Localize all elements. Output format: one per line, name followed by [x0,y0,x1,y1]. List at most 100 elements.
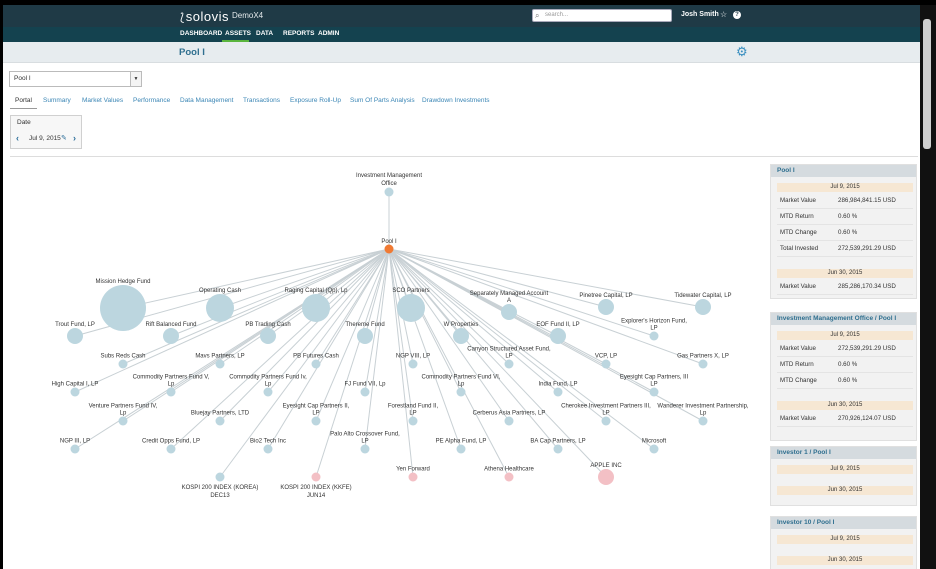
tab-exposure-roll-up[interactable]: Exposure Roll-Up [290,97,341,104]
chevron-left-icon[interactable]: ‹ [16,133,19,143]
divider [10,156,918,157]
tree-node[interactable] [311,416,321,426]
tree-node[interactable] [504,416,514,426]
tree-node[interactable] [302,294,330,322]
summary-card-title: Pool I [771,165,916,177]
metric-value: 285,286,170.34 USD [838,283,896,290]
tree-node-label: Wanderer Investment Partnership, [657,404,748,410]
tree-node[interactable] [695,299,711,315]
help-icon[interactable]: ? [733,11,741,19]
nav-assets[interactable]: ASSETS [225,30,251,37]
tree-node[interactable] [67,328,83,344]
tree-node[interactable] [397,294,425,322]
solovis-logo[interactable]: ⟅solovis [180,9,229,24]
summary-date: Jul 9, 2015 [777,331,913,340]
nav-admin[interactable]: ADMIN [318,30,339,37]
pencil-icon[interactable]: ✎ [61,134,67,142]
tab-drawdown-investments[interactable]: Drawdown Investments [422,97,490,104]
tree-node[interactable] [70,387,80,397]
tab-sum-of-parts-analysis[interactable]: Sum Of Parts Analysis [350,97,415,104]
tree-node[interactable] [360,387,370,397]
nav-data[interactable]: DATA [256,30,273,37]
tree-node[interactable] [260,328,276,344]
tree-node-root[interactable] [384,187,394,197]
tree-node[interactable] [206,294,234,322]
tree-node[interactable] [166,387,176,397]
tree-node[interactable] [215,359,225,369]
tree-node[interactable] [215,472,225,482]
tree-node[interactable] [649,331,659,341]
tree-node-label: Bio2 Tech Inc [250,439,286,445]
tab-portal[interactable]: Portal [15,97,32,104]
summary-card: Investor 1 / Pool I Jul 9, 2015 Jun 30, 20… [770,446,917,506]
tree-node[interactable] [118,416,128,426]
tree-node-label: Lp [265,382,272,388]
metric-value: 0.60 % [838,229,858,236]
summary-date: Jul 9, 2015 [777,183,913,192]
summary-date: Jun 30, 2015 [777,401,913,410]
tree-node[interactable] [601,416,611,426]
chevron-right-icon[interactable]: › [73,133,76,143]
tree-node[interactable] [598,469,614,485]
scrollbar-thumb[interactable] [923,19,931,149]
tree-node[interactable] [263,387,273,397]
tree-node[interactable] [553,387,563,397]
tree-node[interactable] [456,387,466,397]
tree-node[interactable] [553,444,563,454]
tree-node[interactable] [357,328,373,344]
tree-node[interactable] [504,472,514,482]
tree-node[interactable] [70,444,80,454]
gear-icon[interactable]: ⚙ [736,44,748,60]
tree-node[interactable] [453,328,469,344]
tree-node[interactable] [215,416,225,426]
tab-performance[interactable]: Performance [133,97,170,104]
summary-card-title: Investor 1 / Pool I [771,447,916,459]
tree-node[interactable] [100,285,146,331]
favorite-star-icon[interactable]: ☆ [720,10,727,19]
nav-dashboard[interactable]: DASHBOARD [180,30,222,37]
tree-node[interactable] [263,444,273,454]
tree-node-label: LP [312,411,319,417]
tab-summary[interactable]: Summary [43,97,71,104]
tree-node[interactable] [601,359,611,369]
tree-node-label: Yen Forward [396,467,430,473]
chevron-down-icon[interactable]: ▼ [130,72,141,86]
tree-node[interactable] [311,472,321,482]
metric-label: Market Value [780,415,816,422]
tree-node[interactable] [456,444,466,454]
tab-data-management[interactable]: Data Management [180,97,233,104]
tab-market-values[interactable]: Market Values [82,97,123,104]
tree-node[interactable] [408,472,418,482]
tree-node[interactable] [163,328,179,344]
nav-reports[interactable]: REPORTS [283,30,314,37]
tree-node[interactable] [504,359,514,369]
tree-node[interactable] [311,359,321,369]
metric-label: Market Value [780,345,816,352]
tree-node[interactable] [698,359,708,369]
divider [777,372,913,373]
search-input[interactable]: ⌕ search... [532,9,672,22]
tree-node[interactable] [649,387,659,397]
tab-transactions[interactable]: Transactions [243,97,280,104]
tree-node[interactable] [550,328,566,344]
tree-node[interactable] [408,416,418,426]
tree-node[interactable] [501,304,517,320]
tree-node-label: NGP III, LP [60,439,90,445]
metric-label: Market Value [780,197,816,204]
tree-node[interactable] [118,359,128,369]
tree-node[interactable] [360,444,370,454]
summary-card: Pool I Jul 9, 2015 Market Value 286,984,841… [770,164,917,299]
tree-node-label: PE Alpha Fund, LP [436,439,487,445]
tree-node-label: PB Trading Cash [245,322,290,328]
tree-node[interactable] [598,299,614,315]
tree-node[interactable] [649,444,659,454]
tree-node[interactable] [166,444,176,454]
tree-node[interactable] [698,416,708,426]
tree-node[interactable] [408,359,418,369]
vertical-scrollbar[interactable] [920,5,936,569]
divider [777,240,913,241]
pool-selector[interactable]: Pool I ▼ [9,71,142,87]
tree-node-pool[interactable] [384,244,394,254]
user-menu[interactable]: Josh Smith [681,11,719,18]
tree-node-label: Subs Reds Cash [100,354,145,360]
